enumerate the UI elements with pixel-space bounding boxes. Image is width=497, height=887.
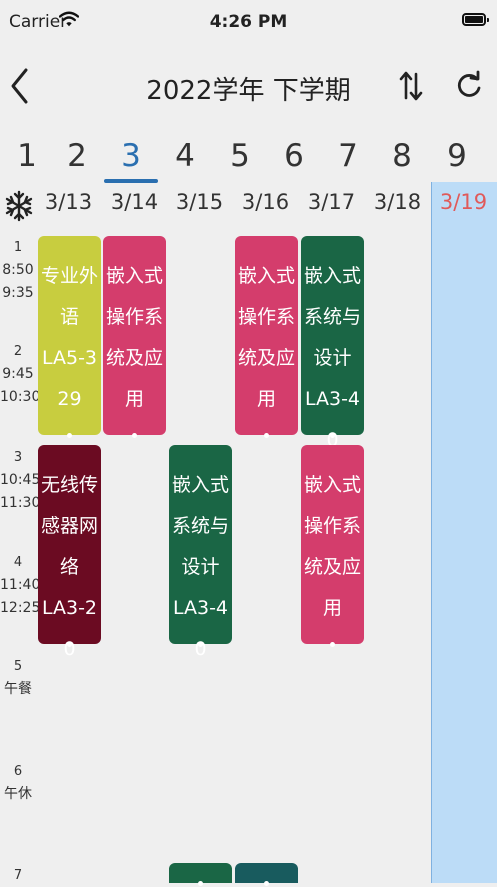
course-card[interactable]: 嵌入式操作系统及应用 bbox=[103, 236, 166, 438]
course-card[interactable]: 嵌入式操作系统及应用 bbox=[235, 236, 298, 438]
period-number: 1 bbox=[13, 240, 23, 255]
week-tab[interactable]: 5 bbox=[213, 138, 267, 174]
course-name: 嵌入式操作系统及应用 bbox=[237, 265, 295, 410]
period-label: 3 10:45 11:30 bbox=[0, 446, 41, 515]
course-card[interactable] bbox=[235, 863, 298, 886]
week-tab[interactable]: 6 bbox=[267, 138, 321, 174]
date-header: 3/13 3/14 3/15 3/16 3/17 3/18 3/19 bbox=[0, 182, 497, 230]
snowflake-icon[interactable] bbox=[4, 189, 34, 223]
period-start: 10:45 bbox=[0, 472, 41, 488]
period-end: 11:30 bbox=[0, 495, 41, 511]
period-start: 11:40 bbox=[0, 577, 41, 593]
week-tab[interactable]: 2 bbox=[50, 138, 104, 174]
period-label: 7 bbox=[0, 864, 36, 887]
course-card[interactable]: 嵌入式系统与设计 LA3-40 bbox=[301, 236, 364, 451]
period-number: 7 bbox=[13, 868, 23, 883]
course-card[interactable]: 无线传感器网络 LA3-20 bbox=[38, 445, 101, 660]
period-label: 6 午休 bbox=[0, 760, 36, 806]
course-room: LA3-40 bbox=[172, 597, 229, 660]
period-label: 5 午餐 bbox=[0, 655, 36, 701]
week-selector: 1 2 3 4 5 6 7 8 9 bbox=[0, 138, 497, 183]
period-label: 1 8:50 9:35 bbox=[0, 236, 36, 305]
course-name: 嵌入式系统与设计 bbox=[171, 474, 229, 578]
period-start: 9:45 bbox=[2, 366, 34, 382]
week-tab[interactable]: 4 bbox=[158, 138, 212, 174]
date-label: 3/15 bbox=[175, 190, 224, 214]
status-time: 4:26 PM bbox=[209, 12, 288, 32]
course-room: LA5-329 bbox=[41, 347, 98, 410]
week-tab[interactable]: 8 bbox=[375, 138, 429, 174]
period-label: 2 9:45 10:30 bbox=[0, 340, 41, 409]
battery-icon bbox=[462, 13, 489, 26]
course-card[interactable] bbox=[169, 863, 232, 886]
period-start: 8:50 bbox=[2, 262, 34, 278]
period-number: 3 bbox=[13, 450, 23, 465]
period-number: 2 bbox=[13, 344, 23, 359]
refresh-icon[interactable] bbox=[455, 68, 483, 104]
week-tab[interactable]: 9 bbox=[430, 138, 484, 174]
date-label: 3/16 bbox=[241, 190, 290, 214]
course-name: 专业外语 bbox=[40, 265, 98, 328]
week-tab[interactable]: 7 bbox=[321, 138, 375, 174]
date-label: 3/13 bbox=[44, 190, 93, 214]
period-label: 4 11:40 12:25 bbox=[0, 551, 41, 620]
date-label: 3/18 bbox=[373, 190, 422, 214]
period-end: 10:30 bbox=[0, 389, 41, 405]
period-number: 6 bbox=[13, 764, 23, 779]
date-label: 3/14 bbox=[110, 190, 159, 214]
course-name: 嵌入式操作系统及应用 bbox=[105, 265, 163, 410]
course-card[interactable]: 嵌入式操作系统及应用 bbox=[301, 445, 364, 647]
nav-bar: 2022学年 下学期 bbox=[0, 56, 497, 120]
period-number: 5 bbox=[13, 659, 23, 674]
course-name: 嵌入式操作系统及应用 bbox=[303, 474, 361, 619]
date-label-today: 3/19 bbox=[439, 190, 488, 214]
course-name: 嵌入式系统与设计 bbox=[303, 265, 361, 369]
date-label: 3/17 bbox=[307, 190, 356, 214]
period-end: 12:25 bbox=[0, 600, 41, 616]
week-tab[interactable]: 1 bbox=[0, 138, 54, 174]
course-card[interactable]: 嵌入式系统与设计 LA3-40 bbox=[169, 445, 232, 660]
course-room: LA3-20 bbox=[41, 597, 98, 660]
status-bar: Carrier 4:26 PM bbox=[0, 0, 497, 44]
course-card[interactable]: 专业外语 LA5-329 bbox=[38, 236, 101, 438]
period-note: 午餐 bbox=[4, 681, 32, 697]
course-name: 无线传感器网络 bbox=[40, 474, 98, 578]
period-note: 午休 bbox=[4, 786, 32, 802]
today-column bbox=[431, 182, 497, 883]
week-tab-active[interactable]: 3 bbox=[104, 138, 158, 174]
period-end: 9:35 bbox=[2, 285, 34, 301]
period-number: 4 bbox=[13, 555, 23, 570]
sort-icon[interactable] bbox=[398, 66, 424, 106]
